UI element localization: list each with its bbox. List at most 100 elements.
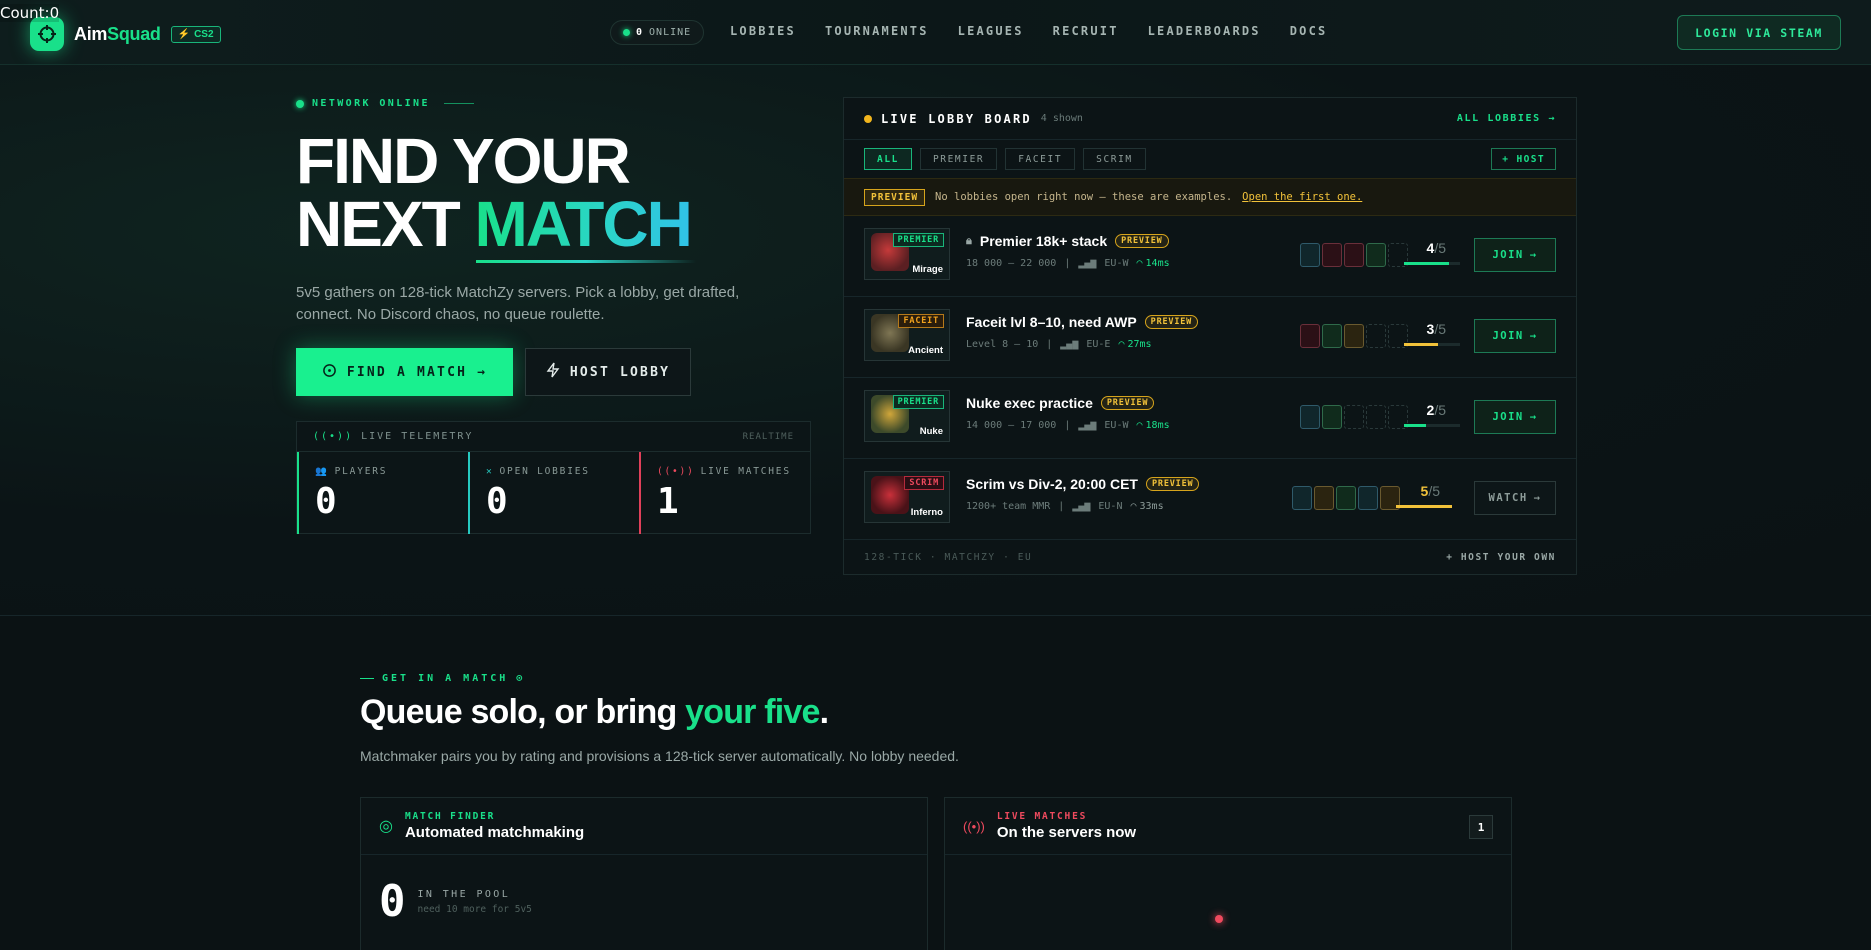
brand-logo[interactable]: AimSquad ⚡ CS2	[30, 17, 221, 51]
live-matches-kicker: LIVE MATCHES	[996, 811, 1088, 822]
main-nav: LOBBIES TOURNAMENTS LEAGUES RECRUIT LEAD…	[730, 24, 1327, 38]
host-lobby-label: HOST LOBBY	[569, 364, 671, 380]
hero-title-line2: NEXT MATCH	[296, 188, 693, 260]
telemetry-mode: REALTIME	[742, 431, 794, 442]
map-thumbnail: SCRIM Inferno	[864, 471, 950, 523]
lobby-region: EU-E	[1086, 339, 1111, 350]
host-your-own-link[interactable]: + HOST YOUR OWN	[1446, 552, 1556, 563]
login-steam-button[interactable]: LOGIN VIA STEAM	[1677, 15, 1841, 50]
preview-text: No lobbies open right now — these are ex…	[935, 191, 1233, 203]
preview-pill: PREVIEW	[1145, 477, 1200, 491]
lobby-fill-bar	[1396, 505, 1452, 508]
stat-label: LIVE MATCHES	[700, 466, 791, 477]
player-slot-empty	[1366, 405, 1386, 429]
pool-label: IN THE POOL	[417, 888, 511, 900]
lobby-rating-range: 1200+ team MMR	[966, 501, 1051, 512]
lobby-region: EU-W	[1104, 258, 1129, 269]
all-lobbies-link[interactable]: ALL LOBBIES →	[1457, 113, 1556, 124]
filter-scrim[interactable]: SCRIM	[1083, 148, 1146, 170]
player-slot-filled	[1322, 405, 1342, 429]
live-matches-header: ((•)) LIVE MATCHES On the servers now 1	[945, 798, 1511, 855]
section2-eyebrow: GET IN A MATCH ⊙	[360, 673, 525, 684]
count-overlay: Count:0	[0, 4, 60, 22]
brand-name: AimSquad	[74, 23, 161, 44]
find-match-label: FIND A MATCH	[346, 364, 468, 380]
lobby-ping: 27ms	[1127, 339, 1152, 350]
player-slot-filled	[1300, 405, 1320, 429]
nav-recruit[interactable]: RECRUIT	[1053, 24, 1119, 38]
filter-all[interactable]: ALL	[864, 148, 912, 170]
lobby-ping: 33ms	[1139, 501, 1164, 512]
match-finder-panel: ◎ MATCH FINDER Automated matchmaking 0 I…	[360, 797, 928, 950]
hero-title: FIND YOUR NEXT MATCH	[296, 125, 693, 260]
player-slot-filled	[1336, 486, 1356, 510]
wifi-icon: ◠	[1136, 420, 1143, 431]
lobby-type-tag: PREMIER	[892, 395, 944, 409]
board-footer: 128-TICK · MATCHZY · EU + HOST YOUR OWN	[844, 540, 1576, 574]
stat-players: 👥 PLAYERS 0	[297, 452, 468, 534]
broadcast-icon: ((•))	[313, 431, 354, 442]
find-match-button[interactable]: FIND A MATCH →	[296, 348, 513, 396]
map-thumbnail: PREMIER Nuke	[864, 390, 950, 442]
online-dot-icon	[623, 29, 630, 36]
map-name: Inferno	[910, 507, 943, 518]
match-finder-kicker: MATCH FINDER	[404, 811, 496, 822]
lobby-row[interactable]: PREMIER Mirage 🔒︎ Premier 18k+ stack PRE…	[844, 216, 1576, 297]
filter-premier[interactable]: PREMIER	[919, 148, 998, 170]
nav-tournaments[interactable]: TOURNAMENTS	[825, 24, 929, 38]
lobby-row[interactable]: FACEIT Ancient Faceit lvl 8–10, need AWP…	[844, 297, 1576, 378]
arrow-right-icon: →	[1533, 492, 1542, 504]
live-indicator-dot	[1215, 915, 1223, 923]
host-lobby-chip[interactable]: + HOST	[1491, 148, 1556, 170]
lobby-type-tag: PREMIER	[892, 233, 944, 247]
lobby-row[interactable]: PREMIER Nuke Nuke exec practice PREVIEW …	[844, 378, 1576, 459]
lobby-fill-bar	[1404, 343, 1460, 346]
radar-icon: ◎	[379, 818, 393, 835]
section2-eyebrow-label: GET IN A MATCH	[382, 673, 509, 684]
nav-leagues[interactable]: LEAGUES	[958, 24, 1024, 38]
nav-lobbies[interactable]: LOBBIES	[730, 24, 796, 38]
watch-button[interactable]: WATCH →	[1474, 481, 1556, 515]
map-name: Ancient	[908, 345, 943, 356]
lobby-type-tag: SCRIM	[904, 476, 944, 490]
lobby-row[interactable]: SCRIM Inferno Scrim vs Div-2, 20:00 CET …	[844, 459, 1576, 540]
join-button[interactable]: JOIN →	[1474, 238, 1556, 272]
accent-underline	[476, 260, 696, 263]
board-shown-count: 4 shown	[1040, 113, 1083, 124]
crosshair-logo-icon	[30, 17, 64, 51]
map-thumbnail: PREMIER Mirage	[864, 228, 950, 280]
section2-title: Queue solo, or bring your five.	[360, 693, 829, 731]
runner-icon: ⚡	[177, 28, 191, 40]
map-name: Mirage	[912, 264, 943, 275]
lobby-title: Nuke exec practice	[966, 395, 1093, 411]
player-slot-empty	[1344, 405, 1364, 429]
crosshair-icon	[322, 363, 337, 382]
preview-open-first-link[interactable]: Open the first one.	[1242, 191, 1362, 203]
join-button[interactable]: JOIN →	[1474, 400, 1556, 434]
signal-bars-icon: ▂▄▆	[1078, 420, 1097, 431]
filter-faceit[interactable]: FACEIT	[1005, 148, 1076, 170]
preview-pill: PREVIEW	[1144, 315, 1199, 329]
hero-title-line1: FIND YOUR	[296, 125, 631, 197]
lock-icon: 🔒︎	[966, 234, 972, 247]
player-slot-empty	[1366, 324, 1386, 348]
player-slot-filled	[1358, 486, 1378, 510]
broadcast-icon: ((•))	[963, 818, 985, 834]
arrow-right-icon: →	[1548, 113, 1556, 124]
nav-docs[interactable]: DOCS	[1290, 24, 1328, 38]
stat-value: 0	[315, 481, 337, 522]
join-button[interactable]: JOIN →	[1474, 319, 1556, 353]
wifi-icon: ◠	[1136, 258, 1143, 269]
preview-notice: PREVIEW No lobbies open right now — thes…	[844, 178, 1576, 216]
host-lobby-button[interactable]: HOST LOBBY	[525, 348, 691, 396]
live-lobby-board: LIVE LOBBY BOARD 4 shown ALL LOBBIES → A…	[843, 97, 1577, 575]
wifi-icon: ◠	[1118, 339, 1125, 350]
live-matches-panel: ((•)) LIVE MATCHES On the servers now 1	[944, 797, 1512, 950]
lobby-rating-range: Level 8 – 10	[966, 339, 1039, 350]
nav-leaderboards[interactable]: LEADERBOARDS	[1148, 24, 1261, 38]
stat-value: 1	[657, 481, 679, 522]
lobby-player-count: 5/5	[1420, 483, 1440, 499]
live-matches-heading: On the servers now	[996, 824, 1137, 841]
signal-bars-icon: ▂▄▆	[1078, 258, 1097, 269]
pool-status: 0 IN THE POOL need 10 more for 5v5	[379, 876, 532, 927]
